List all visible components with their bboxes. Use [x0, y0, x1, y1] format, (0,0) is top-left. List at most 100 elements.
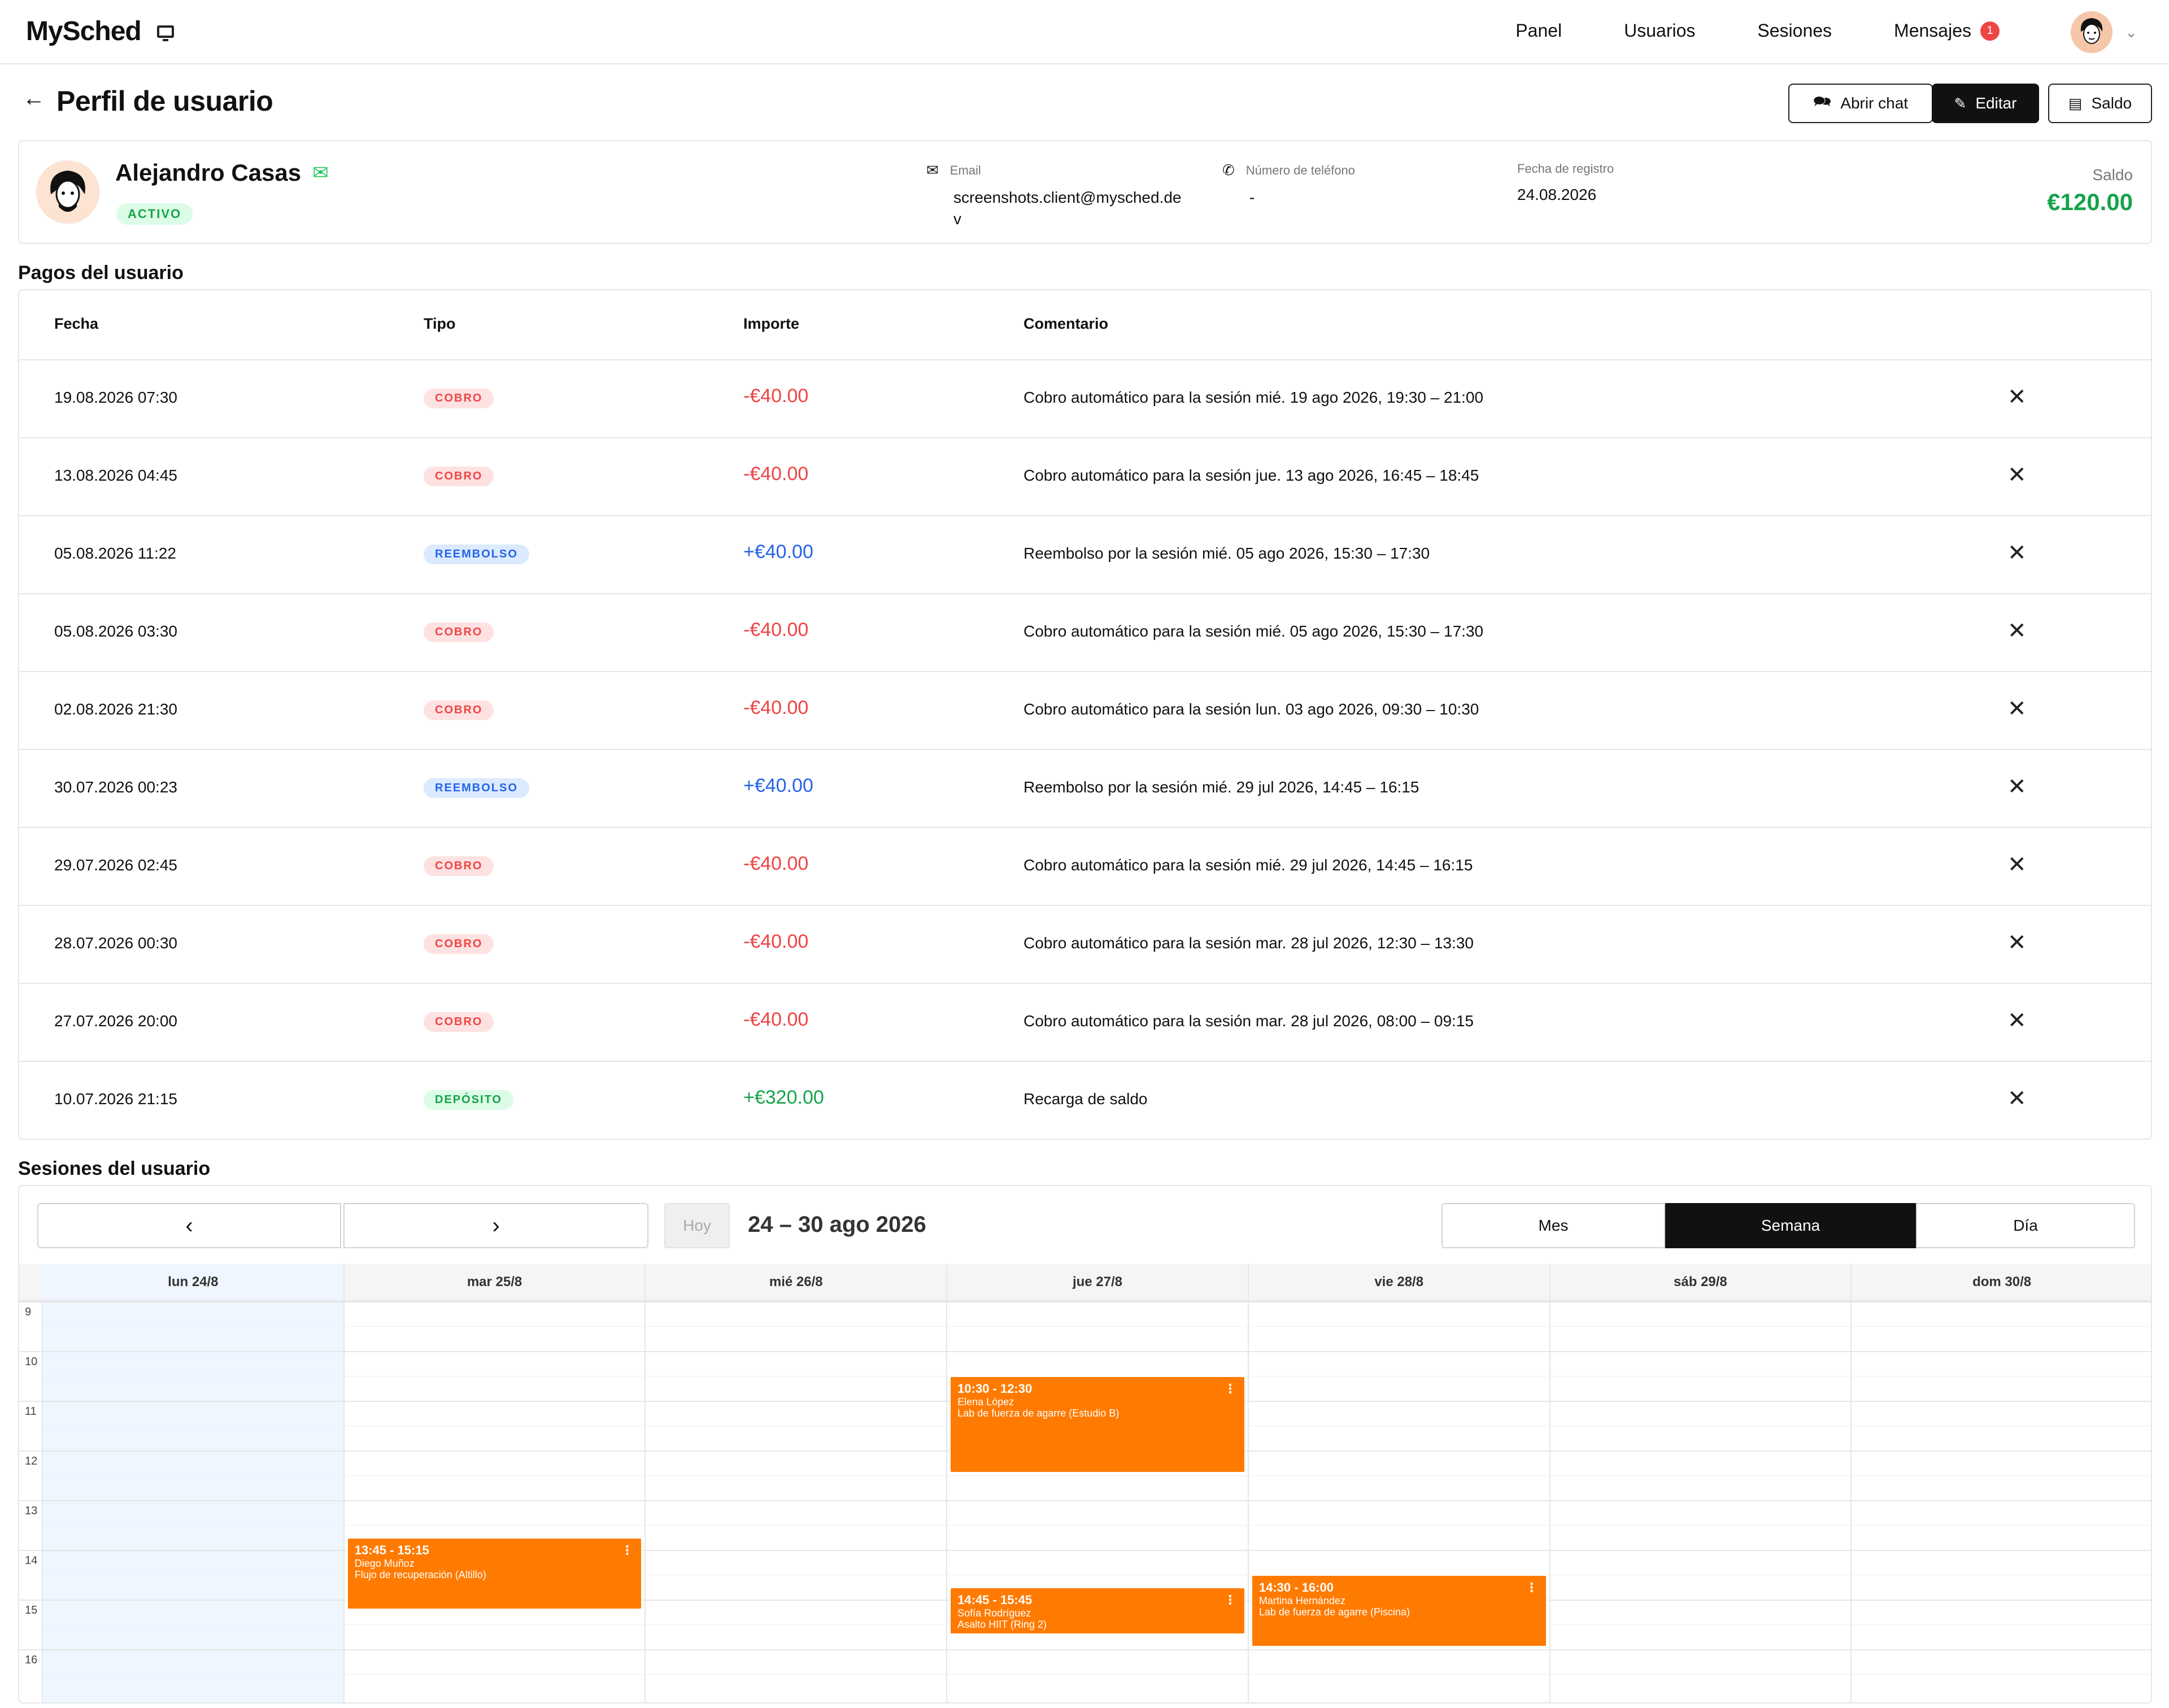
messages-count-badge: 1: [1980, 21, 2000, 41]
table-row: 30.07.2026 00:23 REEMBOLSO +€40.00 Reembols…: [19, 750, 2151, 828]
payment-amount: +€320.00: [743, 1087, 824, 1108]
balance-button[interactable]: ▤ Saldo: [2048, 84, 2152, 123]
payment-date: 10.07.2026 21:15: [54, 1090, 177, 1108]
day-column[interactable]: sáb 29/8: [1550, 1264, 1852, 1702]
top-navbar: MySched Panel Usuarios Sesiones Mensajes…: [0, 0, 2169, 64]
phone-value: -: [1249, 189, 1255, 206]
email-value[interactable]: screenshots.client@mysched.de: [953, 187, 1182, 208]
day-column[interactable]: dom 30/8: [1852, 1264, 2151, 1702]
day-column[interactable]: lun 24/8: [43, 1264, 345, 1702]
edit-button[interactable]: ✎ Editar: [1932, 84, 2039, 123]
payment-amount: +€40.00: [743, 775, 813, 796]
delete-payment-close-icon[interactable]: ✕: [2007, 930, 2027, 956]
balance-title: Saldo: [2092, 166, 2133, 184]
more-vertical-icon[interactable]: ⋮: [1224, 1382, 1236, 1396]
nav-link-usuarios[interactable]: Usuarios: [1624, 20, 1695, 41]
payment-type-badge: REEMBOLSO: [424, 778, 529, 798]
hour-gridline: [19, 1550, 2151, 1551]
more-vertical-icon[interactable]: ⋮: [1224, 1593, 1236, 1607]
day-header: mar 25/8: [344, 1264, 645, 1301]
user-name-text: Alejandro Casas: [115, 159, 302, 186]
day-column[interactable]: mar 25/8: [344, 1264, 646, 1702]
view-day-button[interactable]: Día: [1916, 1203, 2135, 1248]
delete-payment-close-icon[interactable]: ✕: [2007, 462, 2027, 488]
chevron-down-icon[interactable]: ⌄: [2125, 24, 2137, 41]
phone-info: ✆ Número de teléfono -: [1222, 162, 1471, 208]
payment-date: 29.07.2026 02:45: [54, 856, 177, 874]
payment-comment: Cobro automático para la sesión mié. 29 …: [1023, 856, 1473, 874]
nav-link-sesiones[interactable]: Sesiones: [1757, 20, 1832, 41]
day-header: sáb 29/8: [1550, 1264, 1851, 1301]
more-vertical-icon[interactable]: ⋮: [621, 1543, 633, 1558]
hour-label: 14: [25, 1554, 38, 1567]
delete-payment-close-icon[interactable]: ✕: [2007, 384, 2027, 410]
col-fecha: Fecha: [54, 315, 99, 332]
payment-comment: Reembolso por la sesión mié. 29 jul 2026…: [1023, 778, 1419, 796]
status-badge: ACTIVO: [116, 203, 193, 225]
arrow-left-icon[interactable]: ←: [23, 86, 45, 111]
table-row: 05.08.2026 03:30 COBRO -€40.00 Cobro automá…: [19, 594, 2151, 672]
half-hour-gridline: [43, 1475, 2151, 1476]
session-event[interactable]: 10:30 - 12:30 Elena López Lab de fuerza de…: [950, 1376, 1245, 1473]
chevron-right-icon: ›: [492, 1213, 500, 1238]
payment-comment: Cobro automático para la sesión jue. 13 …: [1023, 467, 1479, 484]
session-event[interactable]: 13:45 - 15:15 Diego Muñoz Flujo de recuper…: [346, 1537, 643, 1610]
sessions-title: Sesiones del usuario: [18, 1158, 211, 1179]
col-comentario: Comentario: [1023, 315, 1109, 332]
day-header: dom 30/8: [1852, 1264, 2151, 1301]
user-avatar-menu[interactable]: [2071, 11, 2113, 53]
week-grid: lun 24/8 mar 25/8 mié 26/8 jue 27/8 vie 28/8…: [19, 1264, 2151, 1702]
day-header: mié 26/8: [646, 1264, 947, 1301]
delete-payment-close-icon[interactable]: ✕: [2007, 852, 2027, 878]
day-header: lun 24/8: [43, 1264, 343, 1301]
table-row: 05.08.2026 11:22 REEMBOLSO +€40.00 Reembols…: [19, 516, 2151, 594]
table-header: Fecha Tipo Importe Comentario: [19, 290, 2151, 360]
half-hour-gridline: [43, 1525, 2151, 1526]
registration-label: Fecha de registro: [1517, 162, 1614, 176]
delete-payment-close-icon[interactable]: ✕: [2007, 540, 2027, 566]
chat-bubble-icon: 🗪: [1813, 93, 1832, 110]
payment-comment: Cobro automático para la sesión mar. 28 …: [1023, 1012, 1474, 1030]
today-button[interactable]: Hoy: [664, 1203, 730, 1248]
view-week-button[interactable]: Semana: [1665, 1203, 1916, 1248]
prev-week-button[interactable]: ‹: [37, 1203, 341, 1248]
nav-link-mensajes[interactable]: Mensajes 1: [1894, 20, 2000, 41]
event-activity: Flujo de recuperación (Altillo): [354, 1569, 486, 1580]
payment-type-badge: COBRO: [424, 1012, 494, 1032]
nav-link-panel[interactable]: Panel: [1515, 20, 1562, 41]
delete-payment-close-icon[interactable]: ✕: [2007, 1008, 2027, 1034]
payment-type-badge: COBRO: [424, 467, 494, 486]
hour-label: 9: [25, 1306, 32, 1318]
delete-payment-close-icon[interactable]: ✕: [2007, 696, 2027, 722]
day-column[interactable]: mié 26/8: [646, 1264, 948, 1702]
registration-value: 24.08.2026: [1517, 186, 1597, 203]
table-row: 13.08.2026 04:45 COBRO -€40.00 Cobro automá…: [19, 438, 2151, 516]
payment-comment: Recarga de saldo: [1023, 1090, 1148, 1108]
open-chat-button[interactable]: 🗪 Abrir chat: [1788, 84, 1933, 123]
next-week-button[interactable]: ›: [343, 1203, 648, 1248]
payment-amount: -€40.00: [743, 697, 809, 718]
event-time: 14:45 - 15:45: [957, 1593, 1033, 1607]
delete-payment-close-icon[interactable]: ✕: [2007, 1086, 2027, 1112]
more-vertical-icon[interactable]: ⋮: [1526, 1580, 1538, 1595]
email-value-wrap: v: [953, 210, 961, 228]
payment-type-badge: DEPÓSITO: [424, 1090, 513, 1110]
payment-amount: -€40.00: [743, 931, 809, 952]
payment-date: 27.07.2026 20:00: [54, 1012, 177, 1030]
table-row: 28.07.2026 00:30 COBRO -€40.00 Cobro automá…: [19, 906, 2151, 984]
session-event[interactable]: 14:45 - 15:45 Sofía Rodríguez Asalto HIIT …: [950, 1587, 1245, 1635]
avatar-illustration-icon: [2071, 11, 2113, 53]
payment-date: 02.08.2026 21:30: [54, 700, 177, 718]
day-column[interactable]: jue 27/8: [947, 1264, 1249, 1702]
brand-logo[interactable]: MySched: [26, 16, 174, 47]
delete-payment-close-icon[interactable]: ✕: [2007, 774, 2027, 800]
col-tipo: Tipo: [424, 315, 456, 332]
edit-pencil-icon: ✎: [1954, 94, 1967, 112]
payment-date: 28.07.2026 00:30: [54, 934, 177, 952]
payment-date: 05.08.2026 11:22: [54, 544, 176, 562]
delete-payment-close-icon[interactable]: ✕: [2007, 618, 2027, 644]
hour-label: 12: [25, 1455, 38, 1467]
view-month-button[interactable]: Mes: [1441, 1203, 1665, 1248]
session-event[interactable]: 14:30 - 16:00 Martina Hernández Lab de fue…: [1251, 1575, 1547, 1647]
table-row: 10.07.2026 21:15 DEPÓSITO +€320.00 Recarga …: [19, 1062, 2151, 1140]
